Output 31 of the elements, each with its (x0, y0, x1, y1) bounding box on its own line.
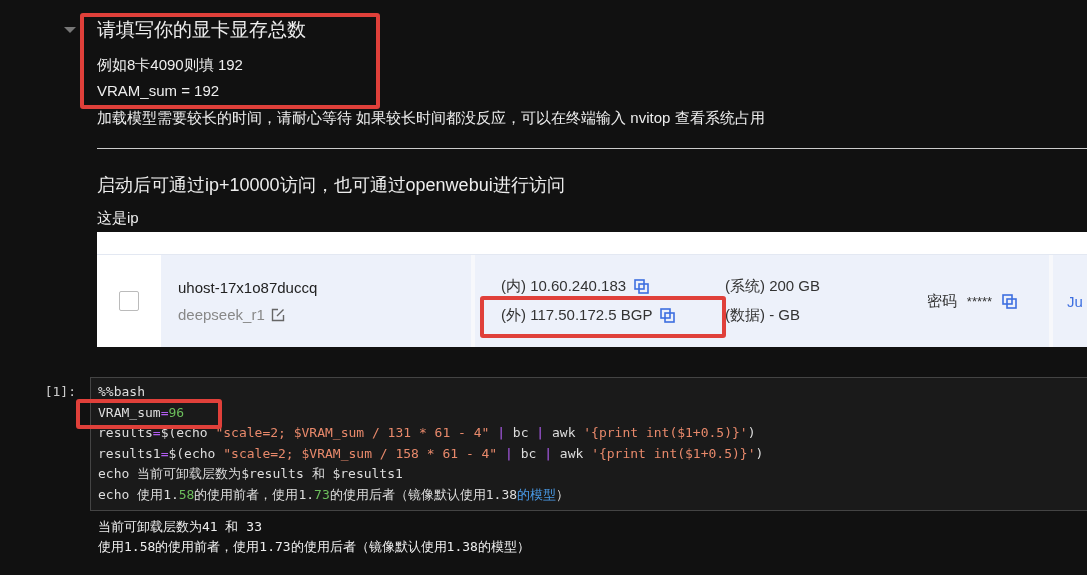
cell-prompt: [1]: (43, 383, 77, 401)
collapse-arrow-icon[interactable] (64, 26, 76, 34)
code-editor[interactable] (90, 377, 1087, 511)
text-line: 例如8卡4090则填 192 (97, 55, 244, 75)
copy-icon[interactable] (1002, 293, 1018, 309)
checkbox[interactable] (119, 291, 139, 311)
text-line: 这是ip (97, 208, 140, 228)
code-line: results=$(echo "scale=2; $VRAM_sum / 131 * 61 - 4" | bc | awk '{print int($1+0.5)}') (98, 424, 756, 443)
password-value: ***** (966, 293, 993, 309)
code-line: VRAM_sum=96 (98, 403, 185, 422)
copy-icon[interactable] (634, 279, 650, 294)
code-line: echo 使用1.58的使用前者，使用1.73的使用后者（镜像默认使用1.38的模型） (98, 485, 570, 504)
edit-icon[interactable] (270, 307, 285, 322)
heading: 启动后可通过ip+10000访问，也可通过openwebui进行访问 (97, 174, 566, 197)
outer-ip: (外) 117.50.172.5 BGP (501, 306, 653, 325)
copy-icon[interactable] (660, 308, 676, 323)
text-line: 加载模型需要较长的时间，请耐心等待 如果较长时间都没反应，可以在终端输入 nvitop 查看系统占用 (97, 108, 766, 128)
code-line: echo 当前可卸载层数为$results 和 $results1 (98, 465, 403, 484)
output-line: 使用1.58的使用前者，使用1.73的使用后者（镜像默认使用1.38的模型） (98, 538, 531, 556)
output-line: 当前可卸载层数为41 和 33 (98, 518, 263, 536)
code-line: %%bash (98, 383, 145, 401)
code-line: results1=$(echo "scale=2; $VRAM_sum / 158 * 61 - 4" | bc | awk '{print int($1+0.5)}') (98, 444, 764, 463)
heading: 请填写你的显卡显存总数 (97, 18, 307, 42)
action-link[interactable]: Ju (1067, 292, 1087, 310)
password-label: 密码 (926, 291, 957, 311)
host-name: uhost-17x1o87duccq (178, 279, 319, 296)
instance-name: deepseek_r1 (178, 306, 265, 323)
data-disk: (数据) - GB (725, 306, 801, 325)
text-line: VRAM_sum = 192 (97, 81, 221, 101)
system-disk: (系统) 200 GB (725, 277, 822, 296)
inner-ip: (内) 10.60.240.183 (501, 277, 627, 296)
